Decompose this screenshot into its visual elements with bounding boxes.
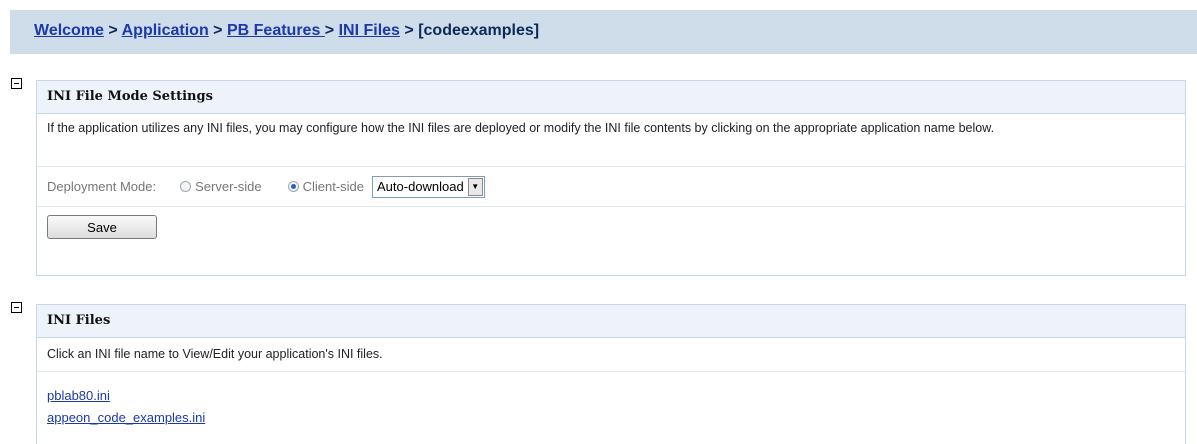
breadcrumb-current: [codeexamples] — [418, 22, 540, 39]
deployment-mode-row: Deployment Mode: Server-side Client-side… — [37, 167, 1185, 207]
mode-settings-panel: INI File Mode Settings If the applicatio… — [36, 80, 1186, 276]
client-side-option[interactable]: Client-side — [287, 179, 365, 194]
file-list: pblab80.ini appeon_code_examples.ini — [37, 372, 1185, 429]
breadcrumb-separator: > — [213, 22, 223, 39]
server-side-radio[interactable] — [180, 181, 192, 192]
breadcrumb-pb-features[interactable]: PB Features — [227, 22, 325, 39]
collapse-ini-files-icon[interactable] — [11, 302, 22, 313]
dropdown-arrow-icon[interactable]: ▼ — [467, 177, 483, 196]
download-mode-value: Auto-download — [377, 179, 464, 194]
ini-files-panel: INI Files Click an INI file name to View… — [36, 304, 1186, 444]
download-mode-select[interactable]: Auto-download ▼ — [372, 175, 485, 198]
client-side-radio[interactable] — [287, 181, 299, 192]
breadcrumb-separator: > — [108, 22, 118, 39]
save-button[interactable]: Save — [47, 215, 157, 239]
files-description: Click an INI file name to View/Edit your… — [47, 347, 383, 361]
mode-description: If the application utilizes any INI file… — [47, 121, 995, 135]
breadcrumb-ini-files[interactable]: INI Files — [339, 22, 400, 39]
panel-title: INI Files — [37, 305, 1185, 338]
server-side-option[interactable]: Server-side — [180, 179, 262, 194]
save-row: Save — [37, 207, 1185, 277]
breadcrumb-welcome[interactable]: Welcome — [34, 22, 104, 39]
server-side-label: Server-side — [195, 179, 262, 194]
deployment-mode-label: Deployment Mode: — [47, 179, 157, 194]
files-description-row: Click an INI file name to View/Edit your… — [37, 338, 1185, 372]
breadcrumb-application[interactable]: Application — [122, 22, 209, 39]
collapse-mode-settings-icon[interactable] — [11, 78, 22, 89]
client-side-label: Client-side — [302, 179, 365, 194]
breadcrumb: Welcome > Application > PB Features > IN… — [10, 10, 1197, 54]
ini-file-link[interactable]: pblab80.ini — [47, 385, 1185, 407]
ini-file-link[interactable]: appeon_code_examples.ini — [47, 407, 1185, 429]
description-row: If the application utilizes any INI file… — [37, 114, 1185, 167]
panel-title: INI File Mode Settings — [37, 81, 1185, 114]
breadcrumb-separator: > — [324, 22, 335, 39]
breadcrumb-separator: > — [404, 22, 414, 39]
